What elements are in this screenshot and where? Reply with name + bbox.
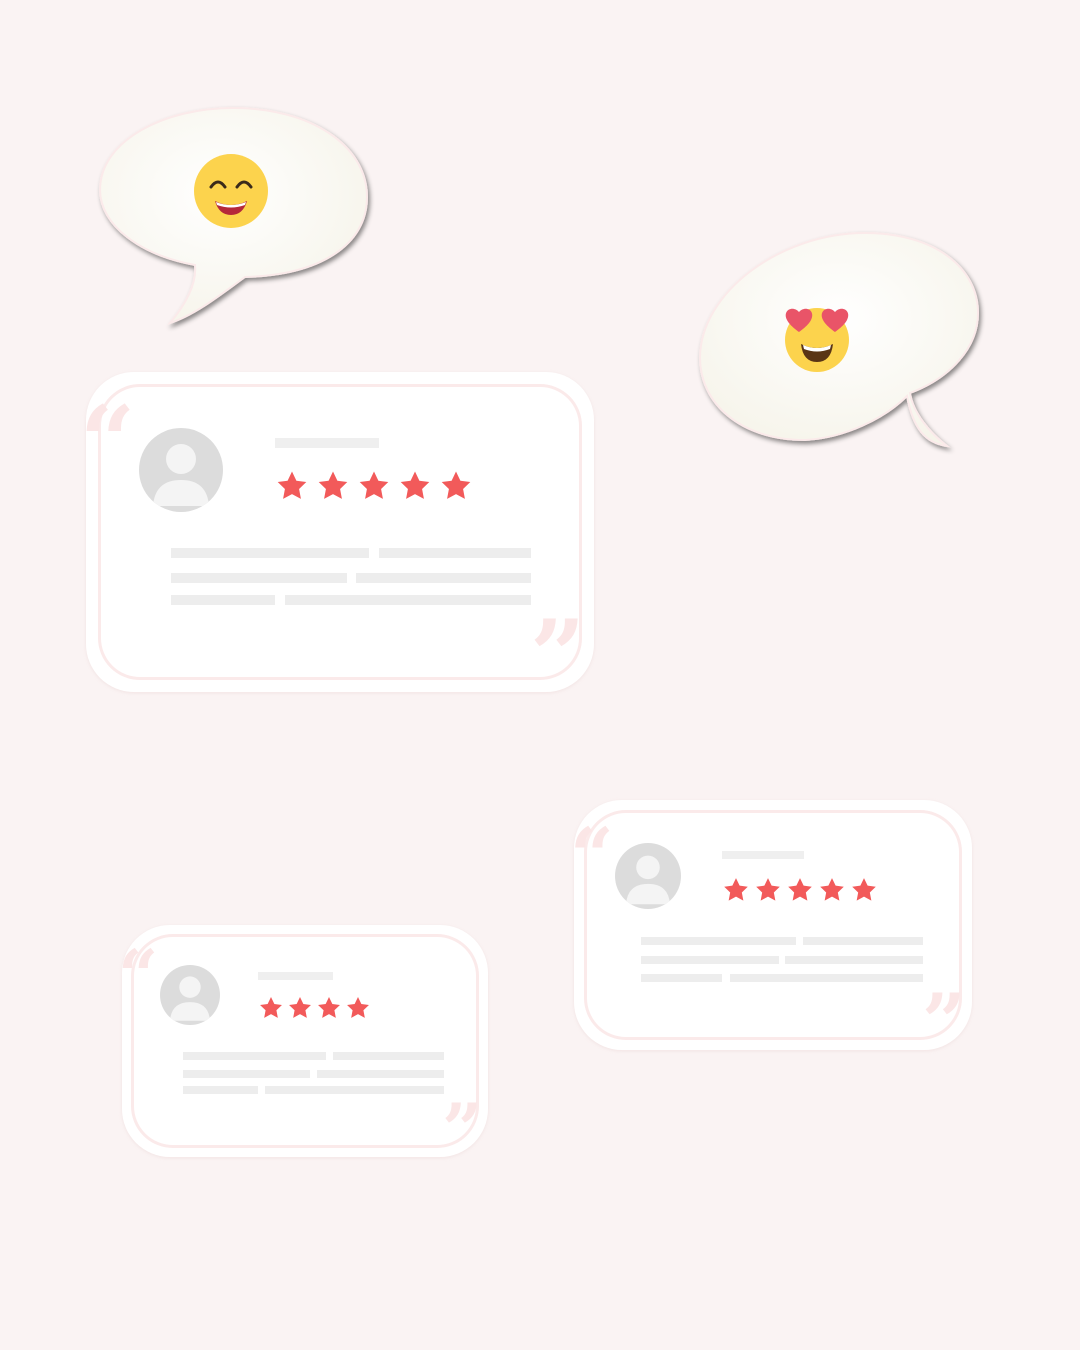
open-quote: “ — [80, 385, 136, 498]
reviewer-name-placeholder — [722, 851, 804, 859]
close-quote: ” — [442, 1088, 483, 1171]
review-text-placeholder — [333, 1052, 444, 1060]
review-text-placeholder — [171, 595, 275, 605]
smiling-face-with-heart-eyes-icon — [783, 306, 851, 374]
review-text-placeholder — [803, 937, 923, 945]
speech-bubble-right — [695, 228, 985, 453]
star-icon — [756, 878, 780, 901]
review-card: “ ” — [570, 800, 972, 1060]
close-quote: ” — [922, 977, 966, 1066]
speech-bubble-left — [95, 105, 375, 335]
star-rating — [258, 995, 371, 1021]
reviewer-name-placeholder — [275, 438, 379, 448]
user-avatar-icon — [139, 428, 223, 512]
review-text-placeholder — [183, 1086, 258, 1094]
star-rating — [722, 876, 878, 904]
review-text-placeholder — [730, 974, 923, 982]
star-icon — [441, 471, 471, 499]
user-avatar-icon — [160, 965, 220, 1025]
review-text-placeholder — [356, 573, 531, 583]
star-icon — [820, 878, 844, 901]
star-icon — [318, 471, 348, 499]
review-card: “ ” — [118, 925, 488, 1165]
review-text-placeholder — [171, 548, 369, 558]
user-avatar-icon — [615, 843, 681, 909]
star-icon — [347, 996, 369, 1018]
review-text-placeholder — [785, 956, 923, 964]
review-text-placeholder — [171, 573, 347, 583]
review-text-placeholder — [183, 1052, 326, 1060]
grinning-face-with-smiling-eyes-icon — [193, 153, 269, 229]
close-quote: ” — [530, 599, 586, 712]
star-icon — [788, 878, 812, 901]
review-text-placeholder — [285, 595, 531, 605]
review-text-placeholder — [641, 956, 779, 964]
star-icon — [289, 996, 311, 1018]
star-icon — [260, 996, 282, 1018]
review-text-placeholder — [317, 1070, 444, 1078]
star-icon — [359, 471, 389, 499]
review-text-placeholder — [183, 1070, 310, 1078]
reviewer-name-placeholder — [258, 972, 333, 980]
star-icon — [318, 996, 340, 1018]
open-quote: “ — [570, 811, 614, 900]
star-icon — [400, 471, 430, 499]
star-rating — [275, 469, 473, 503]
star-icon — [852, 878, 876, 901]
review-text-placeholder — [641, 974, 722, 982]
review-text-placeholder — [641, 937, 796, 945]
review-text-placeholder — [379, 548, 531, 558]
star-icon — [277, 471, 307, 499]
review-card: “ ” — [80, 372, 594, 704]
review-text-placeholder — [265, 1086, 444, 1094]
open-quote: “ — [118, 934, 159, 1017]
star-icon — [724, 878, 748, 901]
